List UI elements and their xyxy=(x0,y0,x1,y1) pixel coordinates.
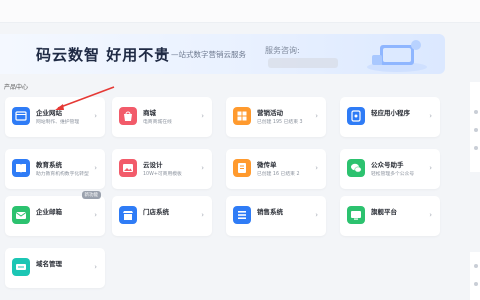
chevron-right-icon: › xyxy=(429,211,432,219)
card-title: 企业邮箱 xyxy=(36,208,62,216)
card-title: 门店系统 xyxy=(143,208,169,216)
product-card-flagship-platform[interactable]: 旗舰平台 › xyxy=(340,196,440,236)
service-consult-label: 服务咨询: xyxy=(265,46,300,55)
card-description: 网站制作、维护管理 xyxy=(36,120,80,125)
domain-icon xyxy=(12,258,30,276)
card-title: 商城 xyxy=(143,109,156,117)
chevron-right-icon: › xyxy=(315,112,318,120)
chevron-right-icon: › xyxy=(429,112,432,120)
section-title-product-center: 产品中心 xyxy=(4,84,29,91)
chevron-right-icon: › xyxy=(315,211,318,219)
card-title: 公众号助手 xyxy=(371,161,404,169)
card-title: 云设计 xyxy=(143,161,163,169)
panel-dot xyxy=(474,146,478,150)
mail-icon xyxy=(12,206,30,224)
card-title: 企业网站 xyxy=(36,109,62,117)
chevron-right-icon: › xyxy=(429,164,432,172)
chevron-right-icon: › xyxy=(201,112,204,120)
wechat-icon xyxy=(347,159,365,177)
product-card-mini-program[interactable]: 轻应用小程序 › xyxy=(340,97,440,137)
card-title: 旗舰平台 xyxy=(371,208,397,216)
platform-icon xyxy=(347,206,365,224)
banner-subtitle: —站式数字营销云服务 xyxy=(171,50,246,59)
new-feature-badge: 新功能 xyxy=(81,191,101,199)
chevron-right-icon: › xyxy=(201,164,204,172)
chevron-right-icon: › xyxy=(94,112,97,120)
promo-banner[interactable]: 码云数智 好用不贵 —站式数字营销云服务 服务咨询: xyxy=(0,34,445,74)
chevron-right-icon: › xyxy=(201,211,204,219)
card-title: 销售系统 xyxy=(257,208,283,216)
product-card-enterprise-website[interactable]: 企业网站 网站制作、维护管理 › xyxy=(5,97,105,137)
flyer-icon xyxy=(233,159,251,177)
product-card-enterprise-mail[interactable]: 新功能 企业邮箱 › xyxy=(5,191,105,236)
image-icon xyxy=(119,159,137,177)
product-card-education[interactable]: 教育系统 助力教育机构数字化转型 › xyxy=(5,149,105,189)
panel-dot xyxy=(474,282,478,286)
activity-icon xyxy=(233,107,251,125)
product-card-store-system[interactable]: 门店系统 › xyxy=(112,196,212,236)
mini-program-icon xyxy=(347,107,365,125)
product-card-cloud-design[interactable]: 云设计 10W+可商用模板 › xyxy=(112,149,212,189)
product-card-official-account[interactable]: 公众号助手 轻松管理多个公众号 › xyxy=(340,149,440,189)
panel-dot xyxy=(474,110,478,114)
product-card-sales-system[interactable]: 销售系统 › xyxy=(226,196,326,236)
right-side-panel xyxy=(470,82,480,172)
product-card-mall[interactable]: 商城 电商商城在线 › xyxy=(112,97,212,137)
chevron-right-icon: › xyxy=(315,164,318,172)
card-title: 轻应用小程序 xyxy=(371,109,410,117)
right-side-panel-lower xyxy=(470,252,480,300)
chevron-right-icon: › xyxy=(94,211,97,219)
card-description: 已创建 195 已结束 3 xyxy=(257,120,303,125)
product-card-micro-flyer[interactable]: 微传单 已创建 16 已结束 2 › xyxy=(226,149,326,189)
website-icon xyxy=(12,107,30,125)
card-description: 助力教育机构数字化转型 xyxy=(36,172,89,177)
product-card-marketing-activity[interactable]: 营销活动 已创建 195 已结束 3 › xyxy=(226,97,326,137)
store-icon xyxy=(119,206,137,224)
product-card-domain-management[interactable]: 域名管理 › xyxy=(5,248,105,288)
panel-dot xyxy=(474,264,478,268)
chevron-right-icon: › xyxy=(94,164,97,172)
card-title: 营销活动 xyxy=(257,109,283,117)
card-title: 教育系统 xyxy=(36,161,62,169)
card-description: 电商商城在线 xyxy=(143,120,172,125)
shopping-bag-icon xyxy=(119,107,137,125)
card-title: 微传单 xyxy=(257,161,277,169)
chevron-right-icon: › xyxy=(94,263,97,271)
banner-illustration xyxy=(367,40,427,72)
brand-slogan: 码云数智 好用不贵 xyxy=(36,46,171,64)
panel-dot xyxy=(474,128,478,132)
card-title: 域名管理 xyxy=(36,260,62,268)
card-description: 10W+可商用模板 xyxy=(143,172,182,177)
book-icon xyxy=(12,159,30,177)
service-contact-redacted xyxy=(268,58,338,68)
top-navigation-bar xyxy=(0,0,480,23)
list-icon xyxy=(233,206,251,224)
card-description: 轻松管理多个公众号 xyxy=(371,172,415,177)
card-description: 已创建 16 已结束 2 xyxy=(257,172,300,177)
